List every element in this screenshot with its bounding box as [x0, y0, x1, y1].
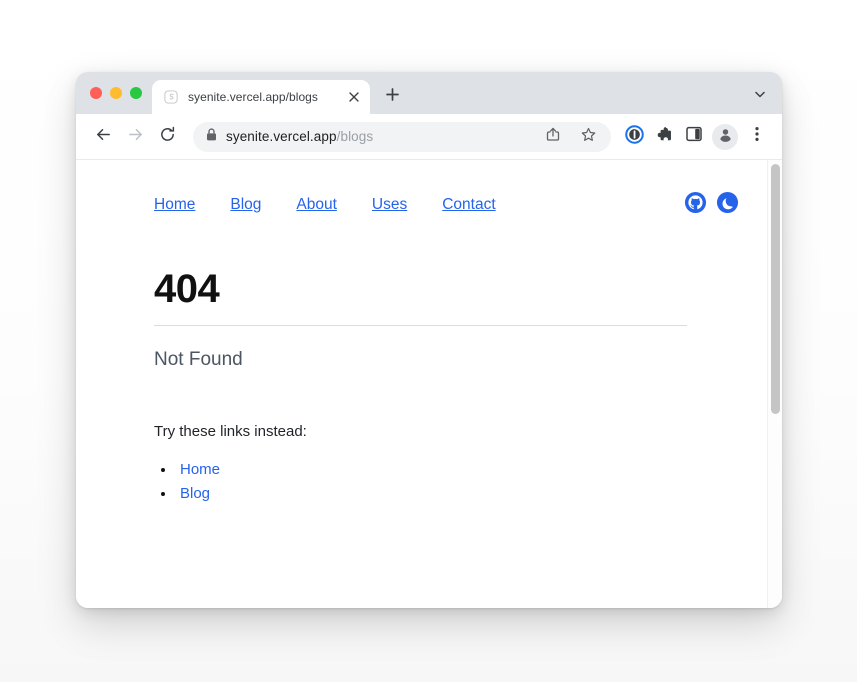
address-bar[interactable]: syenite.vercel.app/blogs [193, 121, 611, 152]
browser-toolbar: syenite.vercel.app/blogs [76, 114, 782, 160]
new-tab-button[interactable] [378, 83, 406, 111]
desktop-background: syenite.vercel.app/blogs syenite.vercel.… [0, 0, 857, 682]
site-nav-link-about[interactable]: About [296, 196, 337, 214]
page-viewport: Home Blog About Uses Contact 404 Not Fou… [76, 160, 782, 608]
web-page: Home Blog About Uses Contact 404 Not Fou… [76, 160, 767, 608]
site-nav-link-contact[interactable]: Contact [442, 196, 495, 214]
site-nav-icons [683, 191, 739, 219]
github-icon [684, 191, 707, 219]
site-navigation: Home Blog About Uses Contact [76, 160, 767, 224]
address-bar-path: /blogs [336, 129, 374, 144]
reload-button[interactable] [152, 122, 182, 152]
share-button[interactable] [540, 124, 566, 150]
back-arrow-icon [95, 126, 112, 148]
side-panel-icon [686, 126, 702, 147]
close-icon[interactable] [346, 89, 362, 105]
list-item: Blog [176, 482, 696, 506]
onepassword-extension-button[interactable] [620, 123, 648, 151]
plus-icon [385, 88, 399, 106]
site-nav-link-uses[interactable]: Uses [372, 196, 407, 214]
chevron-down-icon [754, 87, 766, 105]
site-nav-links: Home Blog About Uses Contact [92, 196, 531, 214]
lock-icon[interactable] [206, 127, 217, 146]
forward-button[interactable] [120, 122, 150, 152]
three-dot-menu-icon [755, 126, 759, 147]
suggestion-label: Try these links instead: [154, 423, 307, 440]
site-nav-link-home[interactable]: Home [154, 196, 195, 214]
dark-mode-moon-icon [716, 191, 739, 219]
tab-search-button[interactable] [748, 84, 772, 108]
content-divider [154, 325, 687, 326]
window-close-button[interactable] [90, 87, 102, 99]
profile-avatar-icon [718, 127, 733, 147]
extensions-button[interactable] [650, 123, 678, 151]
browser-menu-button[interactable] [742, 122, 772, 152]
reload-icon [159, 126, 176, 148]
side-panel-button[interactable] [680, 123, 708, 151]
browser-tab[interactable]: syenite.vercel.app/blogs [152, 80, 370, 114]
address-bar-url: syenite.vercel.app/blogs [226, 129, 531, 144]
star-icon [581, 127, 596, 147]
window-maximize-button[interactable] [130, 87, 142, 99]
forward-arrow-icon [127, 126, 144, 148]
address-bar-host: syenite.vercel.app [226, 129, 337, 144]
site-nav-link-blog[interactable]: Blog [230, 196, 261, 214]
bookmark-button[interactable] [575, 124, 601, 150]
tab-strip: syenite.vercel.app/blogs [76, 72, 782, 114]
profile-button[interactable] [712, 123, 738, 150]
list-item: Home [176, 458, 696, 482]
window-traffic-lights [88, 72, 152, 114]
error-message-text: Not Found [154, 349, 243, 370]
onepassword-extension-icon [624, 124, 644, 149]
back-button[interactable] [88, 122, 118, 152]
browser-tab-title: syenite.vercel.app/blogs [188, 90, 318, 104]
suggestion-link-list: Home Blog [154, 458, 696, 506]
suggestion-link-home[interactable]: Home [176, 458, 220, 482]
window-minimize-button[interactable] [110, 87, 122, 99]
dark-mode-toggle[interactable] [715, 191, 739, 219]
error-code-heading: 404 [154, 267, 220, 311]
page-scrollbar[interactable] [767, 160, 782, 608]
page-content: 404 Not Found Try these links instead: H… [76, 224, 696, 506]
github-link[interactable] [683, 191, 707, 219]
syenite-logo-icon [163, 89, 179, 105]
suggestion-link-blog[interactable]: Blog [176, 482, 210, 506]
puzzle-piece-icon [656, 126, 673, 148]
scrollbar-thumb[interactable] [771, 164, 780, 414]
browser-window: syenite.vercel.app/blogs syenite.vercel.… [76, 72, 782, 608]
share-icon [546, 127, 560, 147]
